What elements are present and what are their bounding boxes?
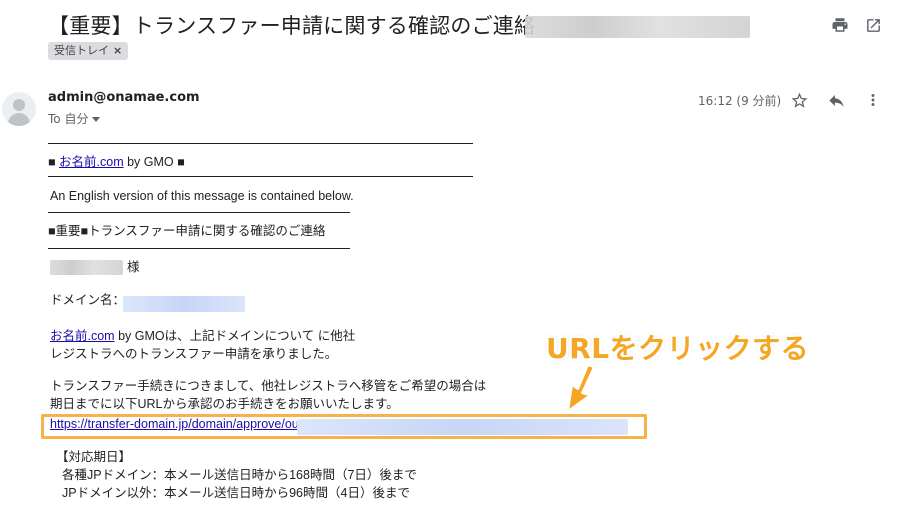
brand-prefix: ■ (48, 155, 60, 169)
chevron-down-icon[interactable] (92, 117, 101, 122)
inbox-label-chip[interactable]: 受信トレイ × (48, 42, 129, 60)
domain-label: ドメイン名： (50, 293, 126, 307)
paragraph-line: お名前.com by GMOは、上記ドメインについて に他社 (50, 327, 355, 345)
divider (48, 212, 350, 213)
label-chip-text: 受信トレイ (54, 44, 109, 57)
onamae-link[interactable]: お名前.com (50, 329, 115, 343)
email-subject: 【重要】トランスファー申請に関する確認のご連絡 (48, 14, 536, 38)
redacted-subject-part (525, 16, 750, 38)
recipient-label: To 自分 (48, 112, 89, 126)
brand-suffix: by GMO ■ (123, 155, 185, 169)
message-heading: ■重要■トランスファー申請に関する確認のご連絡 (48, 224, 326, 238)
brand-line: ■ お名前.com by GMO ■ (48, 153, 185, 171)
english-note: An English version of this message is co… (50, 189, 354, 203)
paragraph-line: レジストラへのトランスファー申請を承りました。 (50, 347, 338, 361)
star-icon[interactable] (787, 88, 811, 112)
annotation-callout: URLをクリックする (546, 332, 810, 365)
period-heading: 【対応期日】 (56, 450, 132, 464)
reply-icon[interactable] (824, 88, 848, 112)
sender-address[interactable]: admin@onamae.com (48, 90, 200, 105)
paragraph-line: 期日までに以下URLから承認のお手続きをお願いいたします。 (50, 397, 399, 411)
arrow-down-left-icon (560, 363, 604, 419)
redacted-customer-name (50, 260, 123, 275)
honorific: 様 (127, 260, 140, 274)
period-line: JPドメイン以外：本メール送信日時から96時間（4日）後まで (62, 486, 410, 500)
divider (48, 143, 473, 144)
label-remove-icon[interactable]: × (113, 44, 122, 57)
redacted-domain-name (123, 296, 245, 312)
onamae-link[interactable]: お名前.com (59, 155, 124, 169)
paragraph-line: トランスファー手続きにつきまして、他社レジストラへ移管をご希望の場合は (50, 379, 487, 393)
more-vert-icon[interactable] (861, 88, 885, 112)
url-highlight-box (41, 414, 647, 439)
sender-avatar (2, 92, 36, 126)
open-in-new-icon[interactable] (862, 14, 884, 36)
recipient-line[interactable]: To 自分 (48, 110, 101, 127)
print-icon[interactable] (829, 14, 851, 36)
divider (48, 176, 473, 177)
period-line: 各種JPドメイン：本メール送信日時から168時間（7日）後まで (62, 468, 417, 482)
divider (48, 248, 350, 249)
paragraph-text: by GMOは、上記ドメインについて に他社 (114, 329, 356, 343)
timestamp: 16:12 (9 分前) (698, 94, 782, 108)
